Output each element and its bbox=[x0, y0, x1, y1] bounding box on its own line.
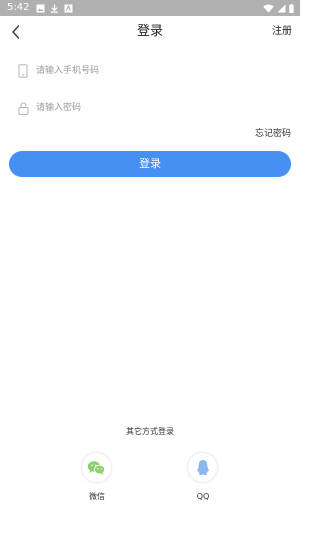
phone-icon bbox=[16, 63, 30, 79]
wechat-login-circle bbox=[82, 453, 111, 482]
wechat-login-button[interactable]: 微信 bbox=[67, 452, 127, 510]
status-notification-icons bbox=[36, 3, 73, 13]
phone-field bbox=[15, 58, 285, 84]
download-icon bbox=[51, 4, 58, 13]
battery-icon bbox=[289, 3, 294, 13]
register-link[interactable]: 注册 bbox=[272, 25, 292, 39]
lock-icon bbox=[16, 100, 30, 116]
signal-icon bbox=[277, 4, 286, 12]
page-title: 登录 bbox=[136, 24, 163, 39]
status-bar: 5:42 bbox=[0, 0, 300, 16]
qq-label: QQ bbox=[196, 492, 210, 501]
status-system-icons bbox=[263, 2, 294, 14]
login-screen: 5:42 登录 注册 请输入手机号码 忘记密码 登录 其它方式登录 微信 QQ bbox=[0, 0, 300, 533]
phone-input[interactable] bbox=[36, 61, 276, 81]
app-header: 登录 注册 bbox=[0, 16, 300, 48]
status-time: 5:42 bbox=[7, 2, 30, 13]
password-input[interactable] bbox=[36, 98, 276, 118]
login-button[interactable]: 登录 bbox=[9, 151, 291, 177]
wifi-icon bbox=[263, 4, 274, 13]
forgot-password-link[interactable]: 忘记密码 bbox=[255, 128, 291, 141]
wechat-label: 微信 bbox=[89, 492, 105, 501]
wechat-icon bbox=[87, 460, 106, 475]
password-field bbox=[15, 95, 285, 121]
qq-login-button[interactable]: QQ bbox=[173, 452, 233, 510]
notification-icon bbox=[64, 4, 73, 12]
qq-login-circle bbox=[188, 453, 217, 482]
qq-icon bbox=[196, 460, 209, 476]
other-login-title: 其它方式登录 bbox=[126, 427, 174, 436]
image-icon bbox=[36, 4, 45, 12]
